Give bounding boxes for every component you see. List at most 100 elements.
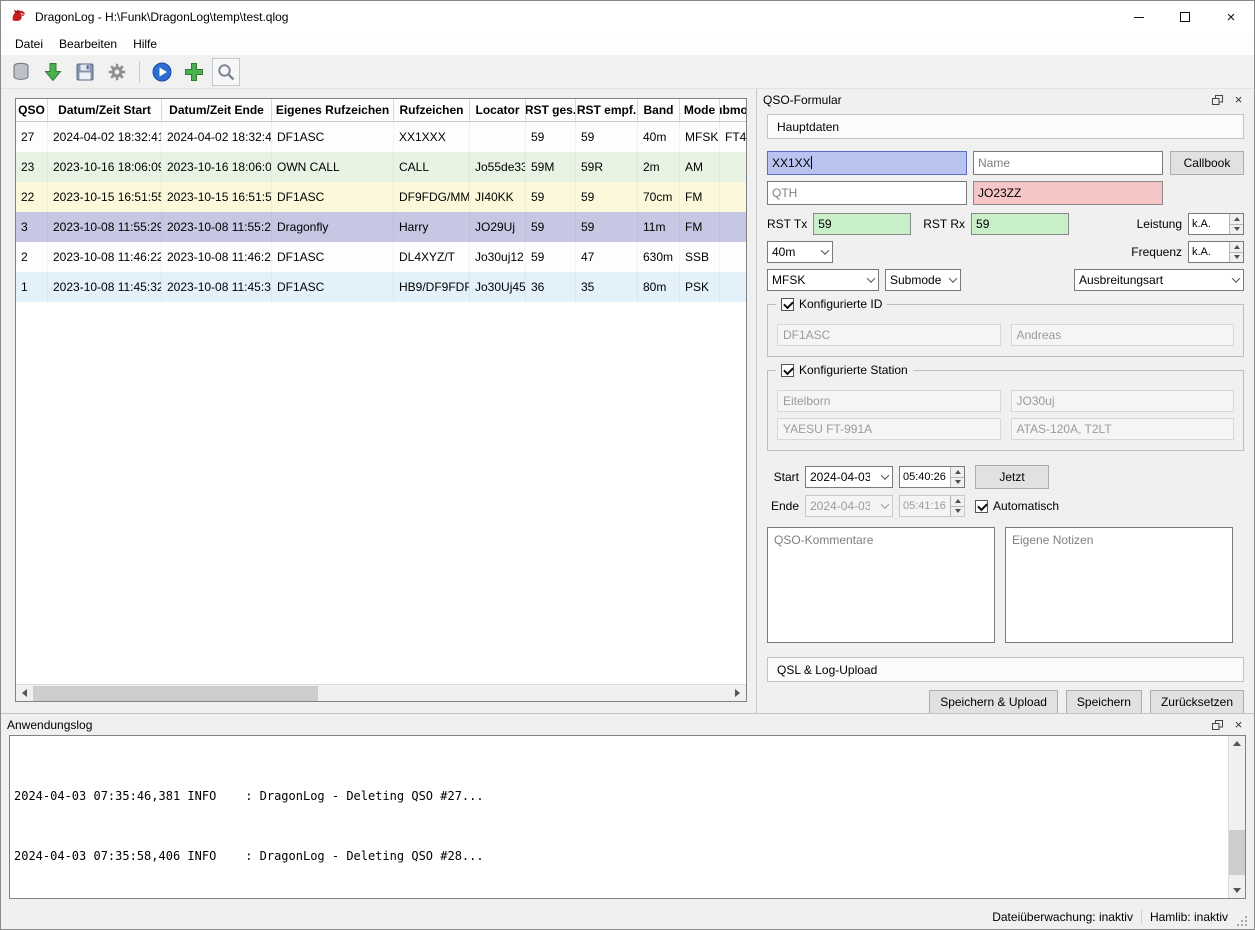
add-qso-plus-icon[interactable]: [180, 58, 208, 86]
scroll-left-arrow-icon[interactable]: [16, 685, 33, 702]
cell-locator: Jo30uj12: [470, 242, 526, 272]
scroll-down-arrow-icon[interactable]: [1229, 883, 1245, 898]
qso-form-dock: QSO-Formular × Hauptdaten XX1XX Name Cal…: [756, 89, 1254, 713]
minimize-button[interactable]: [1116, 1, 1162, 33]
menu-hilfe[interactable]: Hilfe: [125, 33, 165, 55]
spin-up-icon[interactable]: [1230, 242, 1243, 253]
chevron-down-icon: [948, 274, 958, 283]
column-header-rst-ges[interactable]: RST ges.: [526, 99, 576, 121]
scroll-right-arrow-icon[interactable]: [729, 685, 746, 702]
section-qsl-log-upload[interactable]: QSL & Log-Upload: [767, 657, 1244, 682]
table-row[interactable]: 27 2024-04-02 18:32:41 2024-04-02 18:32:…: [16, 122, 746, 152]
frequenz-label: Frequenz: [1131, 245, 1182, 259]
cell-band: 70cm: [638, 182, 680, 212]
submode-select[interactable]: Submode: [885, 269, 961, 291]
start-watch-play-icon[interactable]: [148, 58, 176, 86]
spin-down-icon[interactable]: [1230, 252, 1243, 262]
konfigurierte-station-label: Konfigurierte Station: [799, 363, 908, 377]
import-download-icon[interactable]: [39, 58, 67, 86]
column-header-start[interactable]: Datum/Zeit Start: [48, 99, 162, 121]
ausbreitungsart-select[interactable]: Ausbreitungsart: [1074, 269, 1244, 291]
frequenz-spinner[interactable]: k.A.: [1188, 241, 1244, 263]
band-select[interactable]: 40m: [767, 241, 833, 263]
leistung-spinner[interactable]: k.A.: [1188, 213, 1244, 235]
cell-band: 2m: [638, 152, 680, 182]
locator-input[interactable]: JO23ZZ: [973, 181, 1163, 205]
spin-up-icon[interactable]: [1230, 214, 1243, 225]
qso-table: QSO Datum/Zeit Start Datum/Zeit Ende Eig…: [15, 98, 747, 702]
qso-kommentare-textarea[interactable]: QSO-Kommentare: [767, 527, 995, 643]
horizontal-scrollbar[interactable]: [16, 684, 746, 701]
table-row[interactable]: 3 2023-10-08 11:55:29 2023-10-08 11:55:2…: [16, 212, 746, 242]
cell-rst-ges: 59: [526, 122, 576, 152]
vertical-scrollbar-thumb[interactable]: [1229, 829, 1245, 876]
dock-close-icon[interactable]: ×: [1229, 91, 1248, 108]
rst-tx-input[interactable]: 59: [813, 213, 912, 235]
rst-rx-input[interactable]: 59: [971, 213, 1070, 235]
vertical-scrollbar[interactable]: [1228, 736, 1245, 898]
callbook-button[interactable]: Callbook: [1170, 151, 1244, 175]
log-lines: 2024-04-03 07:35:46,381 INFO : DragonLog…: [10, 736, 1228, 898]
table-row[interactable]: 22 2023-10-15 16:51:55 2023-10-15 16:51:…: [16, 182, 746, 212]
cell-mode: AM: [680, 152, 720, 182]
cell-eigenes-rufzeichen: DF1ASC: [272, 182, 394, 212]
cell-qso: 27: [16, 122, 48, 152]
table-row[interactable]: 1 2023-10-08 11:45:32 2023-10-08 11:45:3…: [16, 272, 746, 302]
log-line: 2024-04-03 07:35:58,406 INFO : DragonLog…: [14, 849, 484, 863]
speichern-button[interactable]: Speichern: [1065, 690, 1142, 713]
scroll-up-arrow-icon[interactable]: [1229, 736, 1245, 751]
cell-rst-ges: 36: [526, 272, 576, 302]
spin-up-icon[interactable]: [951, 467, 964, 478]
column-header-qso[interactable]: QSO: [16, 99, 48, 121]
cell-qso: 1: [16, 272, 48, 302]
file-watch-status: Dateiüberwachung: inaktiv: [992, 910, 1133, 924]
column-header-submode[interactable]: Submode: [720, 99, 746, 121]
konfigurierte-station-checkbox[interactable]: [781, 363, 794, 377]
start-time-spinner[interactable]: 05:40:26: [899, 466, 965, 488]
menu-bearbeiten[interactable]: Bearbeiten: [51, 33, 125, 55]
anwendungslog-title-label: Anwendungslog: [7, 717, 93, 732]
anwendungslog-dock-title: Anwendungslog ×: [1, 714, 1254, 735]
qso-form-dock-title: QSO-Formular ×: [757, 89, 1254, 110]
toolbar-separator: [139, 60, 140, 83]
table-row[interactable]: 23 2023-10-16 18:06:09 2023-10-16 18:06:…: [16, 152, 746, 182]
start-date-select[interactable]: 2024-04-03: [805, 466, 893, 488]
jetzt-button[interactable]: Jetzt: [975, 465, 1049, 489]
dock-close-icon[interactable]: ×: [1229, 716, 1248, 733]
resize-grip[interactable]: [1236, 915, 1250, 929]
automatisch-checkbox[interactable]: [975, 499, 988, 513]
close-button[interactable]: ×: [1208, 1, 1254, 33]
menu-datei[interactable]: Datei: [7, 33, 51, 55]
column-header-locator[interactable]: Locator: [470, 99, 526, 121]
cell-ende: 2023-10-08 11:46:22: [162, 242, 272, 272]
dock-float-icon[interactable]: [1208, 716, 1227, 733]
spin-down-icon[interactable]: [1230, 224, 1243, 234]
konfigurierte-id-checkbox[interactable]: [781, 297, 794, 311]
column-header-rst-empf[interactable]: RST empf.: [576, 99, 638, 121]
qso-kommentare-placeholder: QSO-Kommentare: [774, 533, 874, 547]
name-input[interactable]: Name: [973, 151, 1163, 175]
log-body: 2024-04-03 07:35:46,381 INFO : DragonLog…: [9, 735, 1246, 899]
eigene-notizen-textarea[interactable]: Eigene Notizen: [1005, 527, 1233, 643]
horizontal-scrollbar-thumb[interactable]: [33, 685, 318, 701]
dock-float-icon[interactable]: [1208, 91, 1227, 108]
zuruecksetzen-button[interactable]: Zurücksetzen: [1149, 690, 1244, 713]
column-header-band[interactable]: Band: [638, 99, 680, 121]
section-hauptdaten[interactable]: Hauptdaten: [767, 114, 1244, 139]
column-header-mode[interactable]: Mode: [680, 99, 720, 121]
speichern-upload-button[interactable]: Speichern & Upload: [929, 690, 1058, 713]
column-header-rufzeichen[interactable]: Rufzeichen: [394, 99, 470, 121]
settings-gear-icon[interactable]: [103, 58, 131, 86]
maximize-button[interactable]: [1162, 1, 1208, 33]
mode-select[interactable]: MFSK: [767, 269, 879, 291]
search-icon[interactable]: [212, 57, 240, 86]
call-input[interactable]: XX1XX: [767, 151, 967, 175]
spin-down-icon[interactable]: [951, 477, 964, 487]
qth-input[interactable]: QTH: [767, 181, 967, 205]
save-icon[interactable]: [71, 58, 99, 86]
column-header-ende[interactable]: Datum/Zeit Ende: [162, 99, 272, 121]
column-header-eigenes-rufzeichen[interactable]: Eigenes Rufzeichen: [272, 99, 394, 121]
logbook-database-icon[interactable]: [7, 58, 35, 86]
table-row[interactable]: 2 2023-10-08 11:46:22 2023-10-08 11:46:2…: [16, 242, 746, 272]
cell-ende: 2023-10-08 11:45:32: [162, 272, 272, 302]
